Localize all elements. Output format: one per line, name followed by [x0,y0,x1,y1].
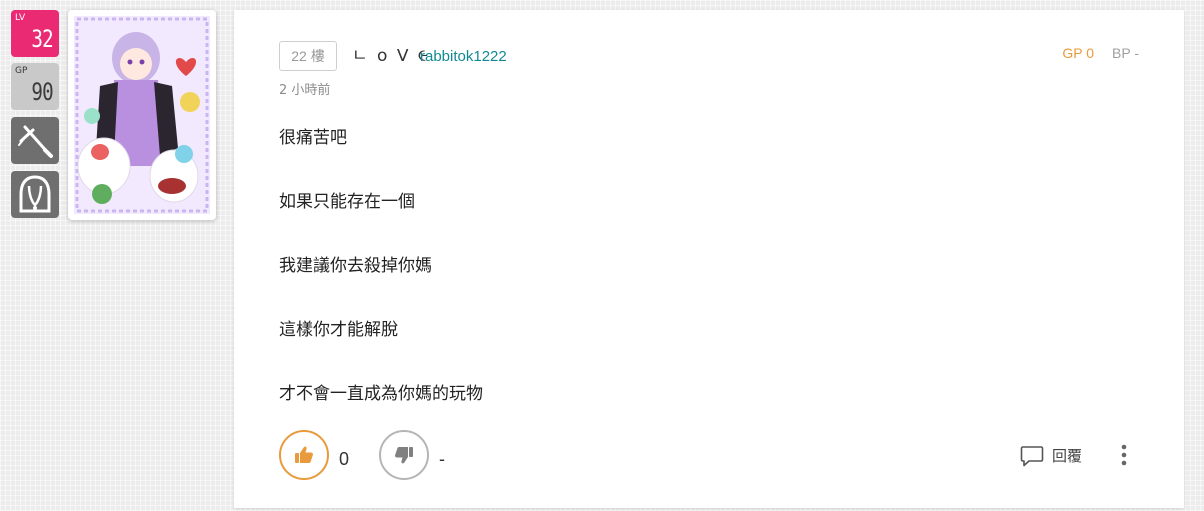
comment-icon [1020,446,1044,467]
thumbs-up-icon [295,446,313,463]
reply-label: 回覆 [1052,447,1083,465]
post-text-line: 很痛苦吧 [279,128,347,148]
sword-icon [18,125,53,158]
author-user-id[interactable]: rabbitok1222 [420,47,507,67]
job-badge[interactable] [11,117,59,164]
post-text-line: 才不會一直成為你媽的玩物 [279,384,483,404]
level-value: 32 [31,25,53,53]
race-badge[interactable] [11,171,59,218]
thumbs-down-icon [395,447,413,464]
post-text-line: 如果只能存在一個 [279,192,415,212]
gp-badge[interactable]: GP 90 [11,63,59,110]
like-button[interactable] [279,430,329,480]
ghost-icon [19,175,51,213]
level-badge[interactable]: LV 32 [11,10,59,57]
post-text-line: 這樣你才能解脫 [279,320,398,340]
dislike-button[interactable] [379,430,429,480]
level-prefix: LV [15,13,26,23]
gp-value: 90 [31,78,53,106]
floor-number[interactable]: 22 樓 [279,41,337,71]
author-nickname[interactable]: ㄴ o ᐯ ૯ [352,45,430,67]
avatar-card[interactable] [68,10,216,220]
avatar-image [74,16,210,214]
reply-button[interactable]: 回覆 [1020,443,1086,469]
post-gp: GP 0 [1062,45,1094,61]
gp-prefix: GP [15,66,28,76]
dislike-count: - [439,449,445,469]
more-vertical-icon [1121,444,1127,466]
more-options-button[interactable] [1114,442,1134,468]
post-time: 2 小時前 [279,83,331,98]
like-count: 0 [339,449,350,469]
post-text-line: 我建議你去殺掉你媽 [279,256,432,276]
post-card: 22 樓 ㄴ o ᐯ ૯ rabbitok1222 2 小時前 GP 0 BP … [234,10,1184,508]
post-bp: BP - [1112,45,1139,61]
